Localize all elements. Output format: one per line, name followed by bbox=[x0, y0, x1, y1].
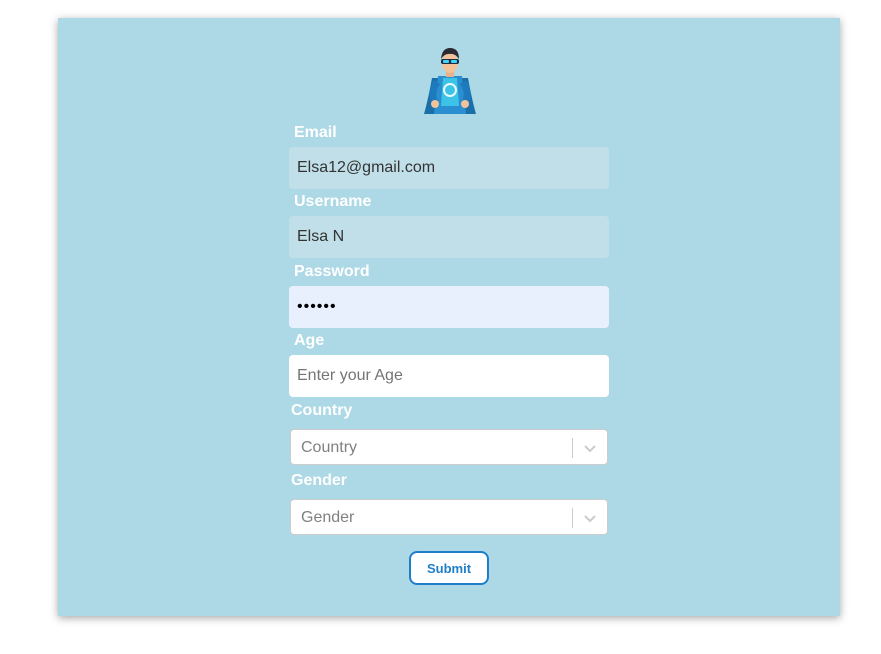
gender-select-placeholder: Gender bbox=[301, 509, 355, 526]
signup-card: Email Username Password Age Country Coun… bbox=[58, 18, 840, 616]
country-select-placeholder: Country bbox=[301, 439, 358, 456]
password-label: Password bbox=[294, 263, 370, 280]
select-separator bbox=[572, 438, 573, 458]
gender-select[interactable]: Gender bbox=[290, 499, 608, 535]
country-label: Country bbox=[291, 402, 353, 419]
username-field[interactable] bbox=[289, 216, 609, 258]
email-label: Email bbox=[294, 124, 337, 141]
chevron-down-icon[interactable] bbox=[582, 510, 598, 526]
select-separator bbox=[572, 508, 573, 528]
country-select[interactable]: Country bbox=[290, 429, 608, 465]
submit-button[interactable]: Submit bbox=[409, 551, 489, 585]
password-field[interactable] bbox=[289, 286, 609, 328]
gender-label: Gender bbox=[291, 472, 348, 489]
username-label: Username bbox=[294, 193, 372, 210]
chevron-down-icon[interactable] bbox=[582, 440, 598, 456]
age-label: Age bbox=[294, 332, 325, 349]
superhero-avatar-icon bbox=[424, 48, 476, 114]
email-field[interactable] bbox=[289, 147, 609, 189]
age-field[interactable] bbox=[289, 355, 609, 397]
